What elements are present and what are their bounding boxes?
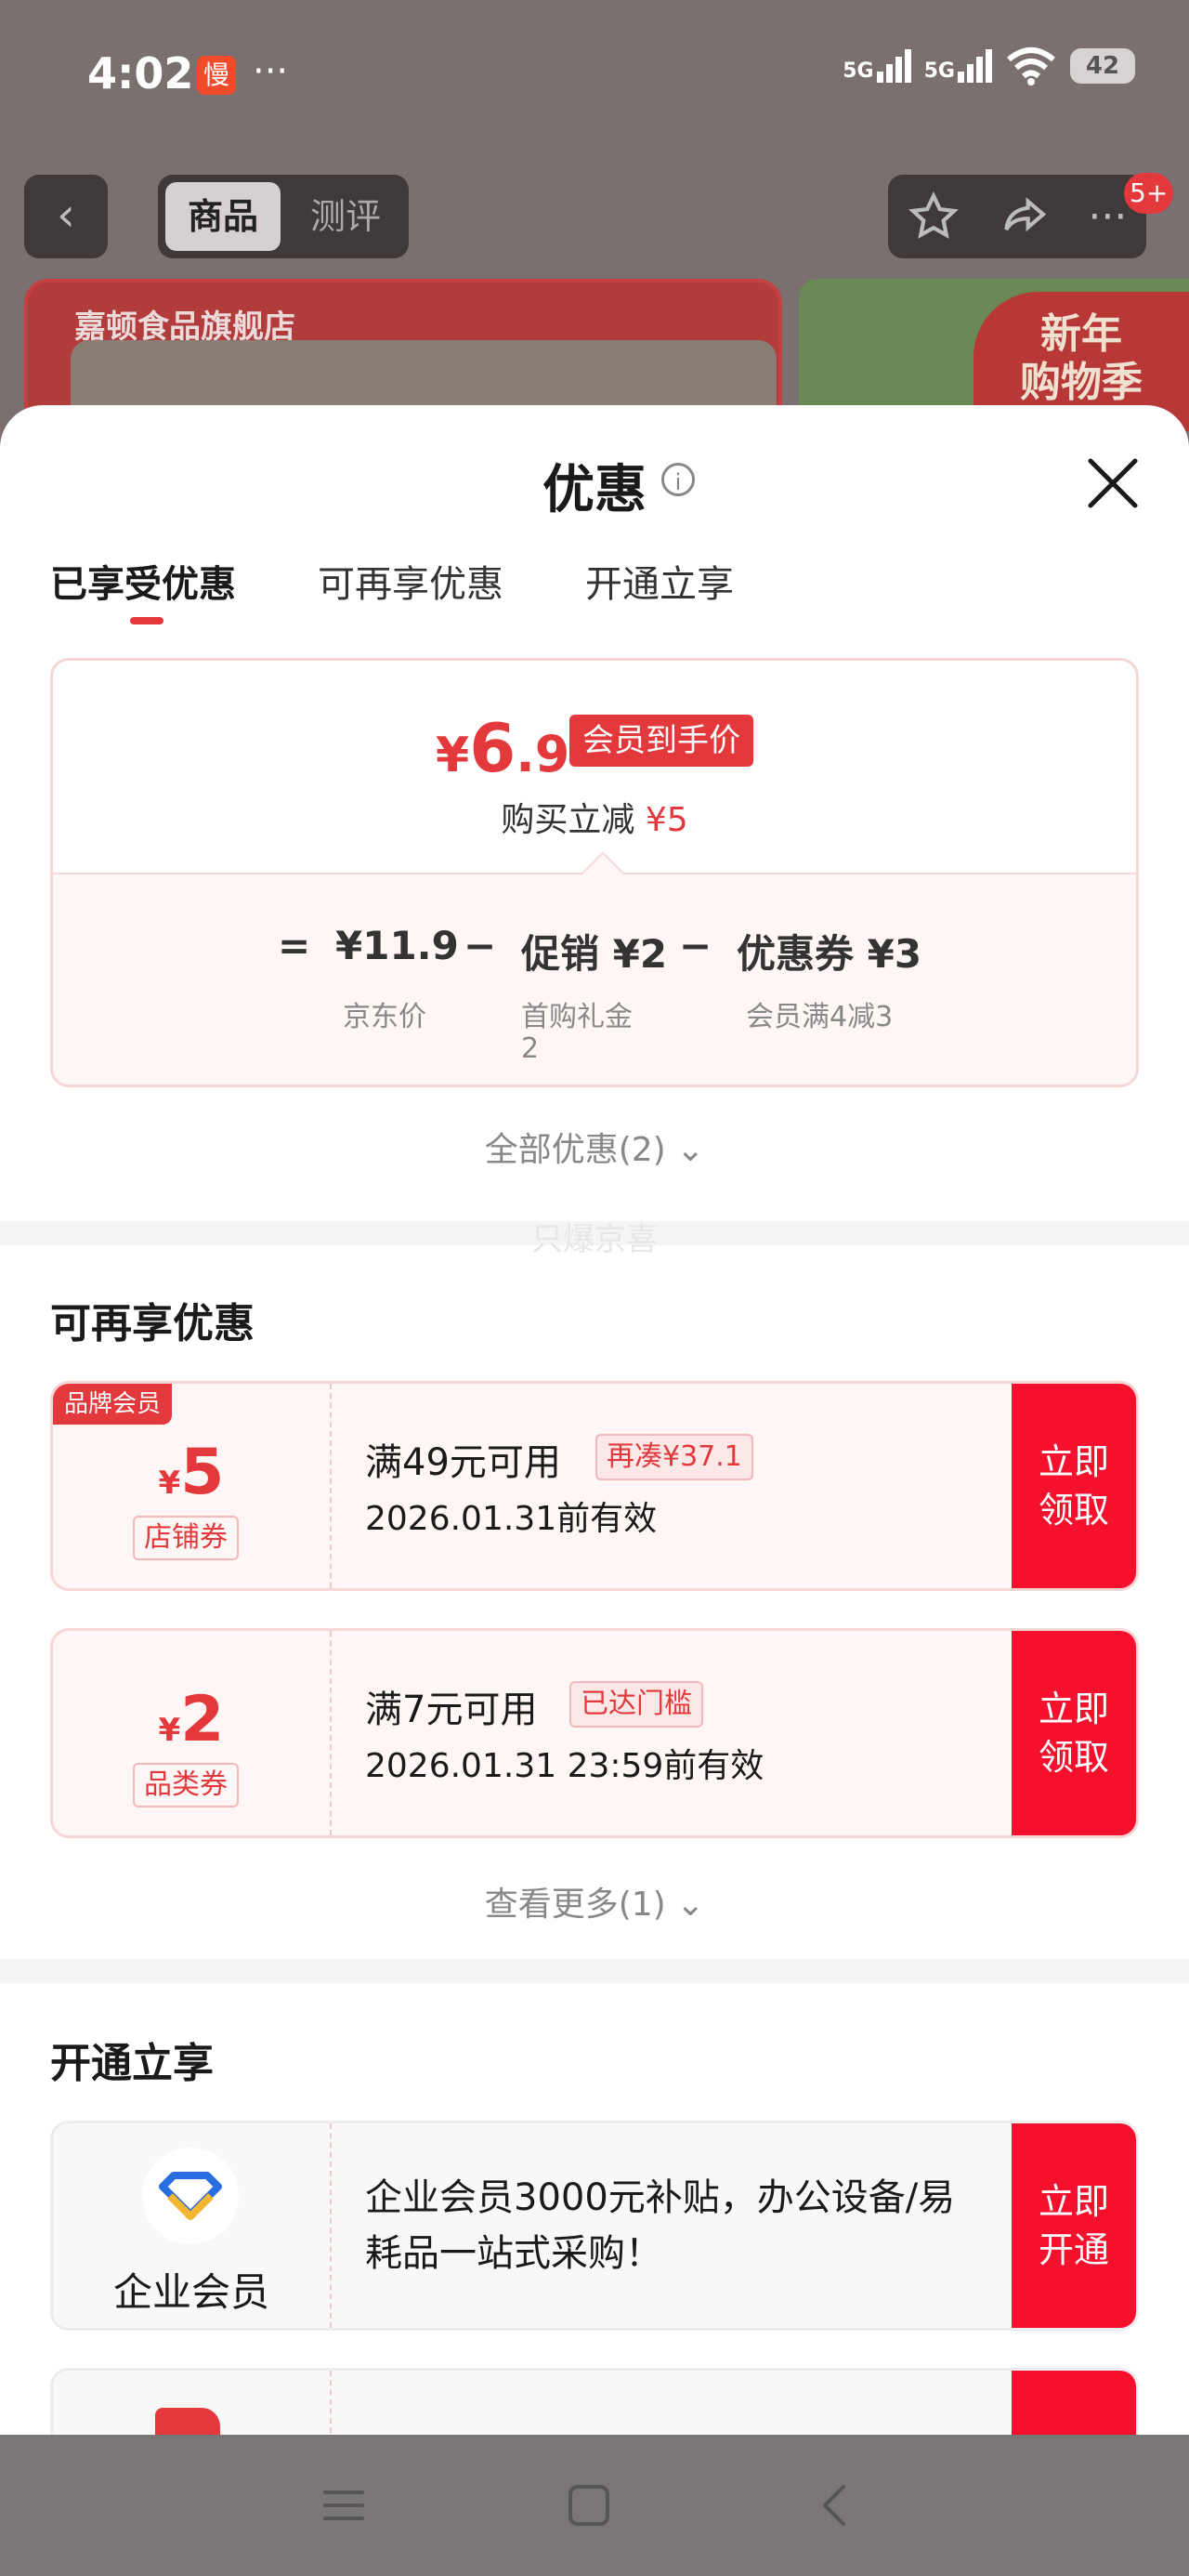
price-breakdown bbox=[53, 873, 1136, 1084]
battery-indicator: 42 bbox=[1070, 48, 1135, 84]
formula-equals: = bbox=[278, 923, 311, 968]
system-nav-bar bbox=[0, 2435, 1189, 2576]
open-section-title: 开通立享 bbox=[50, 2040, 214, 2087]
tab-open[interactable]: 开通立享 bbox=[585, 554, 734, 608]
brand-member-tag: 品牌会员 bbox=[53, 1384, 173, 1425]
coupon-expiry: 2026.01.31前有效 bbox=[365, 1500, 658, 1538]
signal-icon-1: 5G bbox=[843, 49, 911, 83]
info-icon[interactable]: i bbox=[661, 463, 695, 496]
instant-reduction: 购买立减 ¥5 bbox=[501, 801, 688, 839]
tab-review[interactable]: 测评 bbox=[288, 182, 403, 251]
status-bar: 4:02 慢 ··· 5G 5G 42 bbox=[0, 0, 1189, 149]
tab-more[interactable]: 可再享优惠 bbox=[318, 554, 503, 608]
coupon-amount: 优惠券 ¥3 bbox=[737, 931, 922, 977]
coupon-expiry: 2026.01.31 23:59前有效 bbox=[365, 1747, 764, 1785]
jd-price-label: 京东价 bbox=[343, 1001, 426, 1033]
watermark: 只爆京喜 bbox=[531, 1221, 658, 1258]
coupon-label: 会员满4减3 bbox=[746, 1001, 894, 1033]
claim-coupon-button[interactable]: 立即 领取 bbox=[1012, 1384, 1136, 1588]
back-button[interactable]: ‹ bbox=[24, 175, 108, 258]
claim-coupon-button[interactable]: 立即 领取 bbox=[1012, 1631, 1136, 1835]
tab-enjoyed[interactable]: 已享受优惠 bbox=[50, 554, 236, 608]
member-description: 企业会员3000元补贴，办公设备/易耗品一站式采购！ bbox=[365, 2176, 956, 2275]
product-tabs: 商品 测评 bbox=[158, 175, 409, 258]
more-notifications-icon: ··· bbox=[253, 50, 289, 93]
tab-underline bbox=[130, 617, 163, 624]
coupon-condition: 满7元可用 bbox=[365, 1689, 538, 1731]
member-name: 企业会员 bbox=[112, 2269, 269, 2315]
coupon-type: 品类券 bbox=[133, 1763, 239, 1807]
coupon-card: ¥2 品类券 满7元可用 已达门槛 2026.01.31 23:59前有效 立即… bbox=[50, 1628, 1139, 1838]
promo-label: 首购礼金 bbox=[521, 1001, 633, 1033]
member-price-tag: 会员到手价 bbox=[569, 715, 753, 767]
status-indicators: 5G 5G 42 bbox=[843, 46, 1135, 85]
all-offers-toggle[interactable]: 全部优惠(2) ⌄ bbox=[0, 1123, 1189, 1171]
promo-amount: 促销 ¥2 bbox=[521, 931, 668, 977]
coupon-condition: 满49元可用 bbox=[365, 1441, 561, 1484]
close-icon[interactable] bbox=[1083, 453, 1143, 513]
coupon-card: 品牌会员 ¥5 店铺券 满49元可用 再凑¥37.1 2026.01.31前有效… bbox=[50, 1381, 1139, 1591]
promo-label-value: 2 bbox=[521, 1032, 540, 1065]
sheet-title: 优惠 bbox=[542, 460, 647, 520]
notification-badge: 5+ bbox=[1124, 173, 1174, 214]
share-icon[interactable] bbox=[998, 191, 1050, 243]
offer-tabs: 已享受优惠 可再享优惠 开通立享 bbox=[0, 554, 1189, 628]
status-time: 4:02 bbox=[87, 48, 194, 99]
wifi-icon bbox=[1007, 47, 1055, 85]
formula-minus-2: − bbox=[679, 923, 712, 968]
member-price: ¥6.9 bbox=[436, 709, 570, 787]
see-more-toggle[interactable]: 查看更多(1) ⌄ bbox=[0, 1877, 1189, 1925]
open-membership-button[interactable]: 立即 开通 bbox=[1012, 2123, 1136, 2328]
enterprise-member-logo-icon bbox=[142, 2148, 239, 2244]
app-notification-icon: 慢 bbox=[197, 56, 236, 95]
more-menu-icon[interactable]: ··· bbox=[1088, 193, 1127, 241]
coupon-amount: ¥2 bbox=[158, 1683, 225, 1756]
more-offers-title: 可再享优惠 bbox=[50, 1300, 255, 1347]
jd-price: ¥11.9 bbox=[335, 923, 459, 968]
coupon-amount: ¥5 bbox=[158, 1436, 225, 1509]
coupon-hint: 已达门槛 bbox=[569, 1681, 703, 1728]
tab-product[interactable]: 商品 bbox=[165, 182, 281, 251]
nav-actions: ··· bbox=[888, 175, 1146, 258]
section-divider bbox=[0, 1959, 1189, 1983]
price-card: ¥6.9 会员到手价 购买立减 ¥5 = ¥11.9 京东价 − 促销 ¥2 首… bbox=[50, 658, 1139, 1087]
chevron-down-icon: ⌄ bbox=[676, 1886, 705, 1924]
back-nav-icon[interactable] bbox=[808, 2477, 864, 2533]
offers-sheet: 优惠 i 已享受优惠 可再享优惠 开通立享 ¥6.9 会员到手价 购买立减 ¥5… bbox=[0, 405, 1189, 2576]
signal-icon-2: 5G bbox=[924, 49, 992, 83]
home-icon[interactable] bbox=[561, 2477, 617, 2533]
formula-minus-1: − bbox=[464, 923, 497, 968]
coupon-type: 店铺券 bbox=[133, 1516, 239, 1560]
chevron-down-icon: ⌄ bbox=[676, 1131, 705, 1169]
coupon-hint: 再凑¥37.1 bbox=[595, 1434, 753, 1480]
enterprise-member-card: 企业会员 企业会员3000元补贴，办公设备/易耗品一站式采购！ 立即 开通 bbox=[50, 2121, 1139, 2331]
menu-icon[interactable] bbox=[316, 2477, 372, 2533]
star-icon[interactable] bbox=[908, 191, 960, 243]
top-nav: ‹ 商品 测评 ··· bbox=[0, 175, 1189, 258]
